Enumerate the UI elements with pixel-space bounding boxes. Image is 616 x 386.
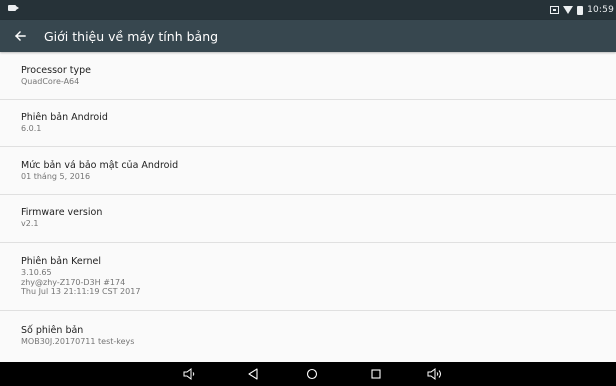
back-triangle-icon bbox=[248, 368, 258, 380]
item-value: MOB30J.20170711 test-keys bbox=[21, 337, 135, 346]
volume-up-icon bbox=[427, 368, 441, 380]
app-bar: Giới thiệu về máy tính bảng bbox=[0, 20, 616, 52]
item-title: Phiên bản Kernel bbox=[21, 256, 102, 267]
list-item-security-patch[interactable]: Mức bản vá bảo mật của Android 01 tháng … bbox=[0, 147, 616, 195]
volume-down-button[interactable] bbox=[176, 362, 204, 386]
item-value: 6.0.1 bbox=[21, 124, 42, 133]
list-item-kernel-version[interactable]: Phiên bản Kernel 3.10.65 zhy@zhy-Z170-D3… bbox=[0, 243, 616, 311]
navigation-bar bbox=[0, 362, 616, 386]
volume-up-button[interactable] bbox=[421, 362, 449, 386]
list-item-android-version[interactable]: Phiên bản Android 6.0.1 bbox=[0, 100, 616, 147]
item-title: Mức bản vá bảo mật của Android bbox=[21, 160, 179, 171]
item-title: Processor type bbox=[21, 65, 91, 76]
item-title: Số phiên bản bbox=[21, 325, 84, 336]
home-button[interactable] bbox=[298, 362, 326, 386]
notification-icon bbox=[8, 5, 19, 11]
item-value: v2.1 bbox=[21, 219, 39, 228]
wifi-icon bbox=[563, 6, 574, 14]
item-value-line: Thu Jul 13 21:11:19 CST 2017 bbox=[21, 287, 141, 296]
settings-screen: 10:59 Giới thiệu về máy tính bảng Proces… bbox=[0, 0, 616, 386]
nav-back-button[interactable] bbox=[239, 362, 267, 386]
recents-button[interactable] bbox=[362, 362, 390, 386]
item-title: Firmware version bbox=[21, 207, 103, 218]
clock: 10:59 bbox=[587, 5, 614, 15]
item-value: QuadCore-A64 bbox=[21, 77, 80, 86]
item-title: Phiên bản Android bbox=[21, 112, 108, 123]
page-title: Giới thiệu về máy tính bảng bbox=[44, 28, 219, 44]
home-circle-icon bbox=[306, 368, 318, 380]
item-value-line: 3.10.65 bbox=[21, 268, 52, 277]
volume-down-icon bbox=[183, 368, 195, 380]
item-value-line: zhy@zhy-Z170-D3H #174 bbox=[21, 277, 126, 287]
back-button[interactable] bbox=[0, 20, 40, 52]
list-item-firmware-version[interactable]: Firmware version v2.1 bbox=[0, 195, 616, 243]
status-bar: 10:59 bbox=[0, 0, 616, 20]
recents-square-icon bbox=[371, 369, 381, 379]
sim-icon bbox=[550, 6, 560, 14]
item-value: 01 tháng 5, 2016 bbox=[21, 172, 91, 181]
status-icons: 10:59 bbox=[550, 2, 614, 18]
list-item-build-number[interactable]: Số phiên bản MOB30J.20170711 test-keys bbox=[0, 311, 616, 361]
battery-icon bbox=[577, 5, 584, 15]
arrow-back-icon bbox=[15, 31, 26, 41]
list-item-processor-type[interactable]: Processor type QuadCore-A64 bbox=[0, 52, 616, 100]
settings-list: Processor type QuadCore-A64 Phiên bản An… bbox=[0, 52, 616, 361]
